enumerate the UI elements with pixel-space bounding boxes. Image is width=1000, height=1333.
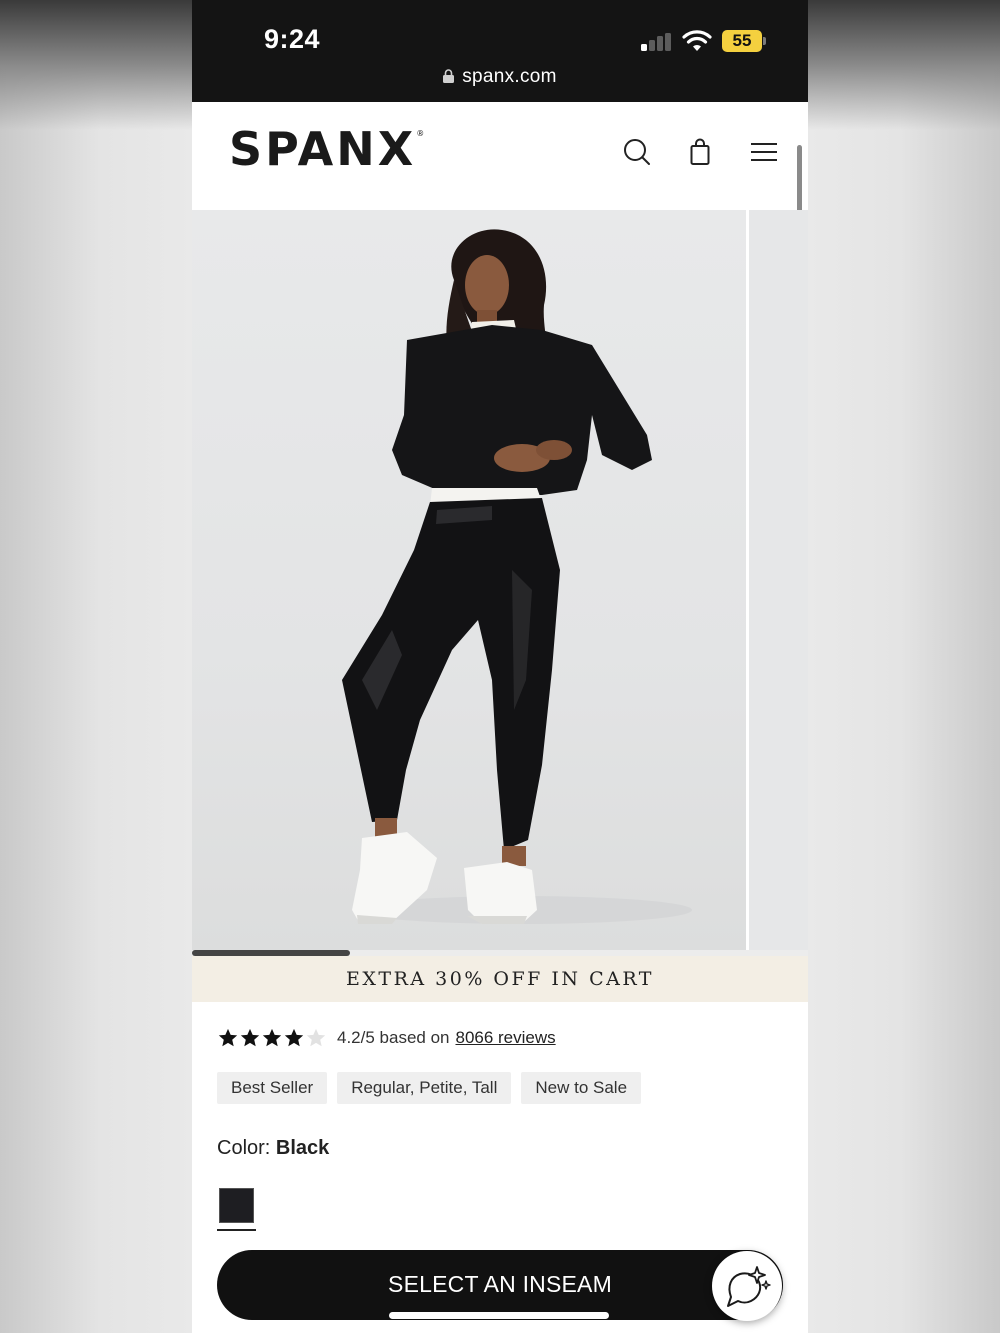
promo-banner: EXTRA 30% OFF IN CART (192, 956, 808, 1002)
home-indicator[interactable] (389, 1312, 609, 1319)
tag-new-to-sale: New to Sale (521, 1072, 642, 1104)
status-bar: 9:24 55 spanx.com (192, 0, 808, 102)
site-header: SPANX® (192, 102, 808, 210)
tag-best-seller: Best Seller (217, 1072, 328, 1104)
product-image[interactable] (192, 210, 746, 950)
next-product-image-peek[interactable] (749, 210, 808, 950)
star-filled-icon (218, 1028, 238, 1047)
reviews-link[interactable]: 8066 reviews (455, 1028, 555, 1048)
tag-sizes: Regular, Petite, Tall (337, 1072, 512, 1104)
rating-summary: 4.2/5 based on (337, 1028, 450, 1047)
color-label: Color: (217, 1137, 271, 1159)
chat-sparkle-icon (727, 1266, 771, 1307)
rating-row: 4.2/5 based on 8066 reviews (217, 1025, 556, 1051)
rating-stars (217, 1027, 327, 1049)
search-icon[interactable] (622, 137, 652, 167)
status-time: 9:24 (264, 24, 321, 54)
star-filled-icon (262, 1028, 282, 1047)
menu-icon[interactable] (749, 137, 779, 167)
wifi-icon (682, 30, 712, 51)
url-bar[interactable]: spanx.com (192, 66, 808, 88)
model-photo (342, 229, 692, 924)
star-filled-icon (284, 1028, 304, 1047)
product-tags: Best Seller Regular, Petite, Tall New to… (217, 1072, 651, 1104)
registered-mark: ® (416, 129, 425, 138)
select-inseam-button[interactable]: SELECT AN INSEAM (217, 1250, 783, 1320)
shopping-bag-icon[interactable] (685, 137, 715, 167)
phone-screen: 9:24 55 spanx.com SPANX® EXTRA 30% OFF I… (192, 0, 808, 1333)
color-selector-label: Color: Black (217, 1137, 329, 1160)
star-empty-icon (306, 1028, 326, 1047)
logo-text: SPANX (229, 122, 417, 176)
cellular-signal-icon (641, 33, 673, 51)
battery-icon: 55 (722, 30, 766, 52)
spanx-logo[interactable]: SPANX® (229, 126, 424, 172)
lock-icon (443, 69, 455, 83)
color-swatch-black[interactable] (219, 1188, 254, 1223)
color-value: Black (275, 1137, 330, 1159)
url-text: spanx.com (462, 66, 557, 87)
chat-assistant-button[interactable] (712, 1251, 782, 1321)
battery-level: 55 (722, 30, 762, 52)
star-filled-icon (240, 1028, 260, 1047)
swatch-selected-underline (217, 1229, 256, 1231)
